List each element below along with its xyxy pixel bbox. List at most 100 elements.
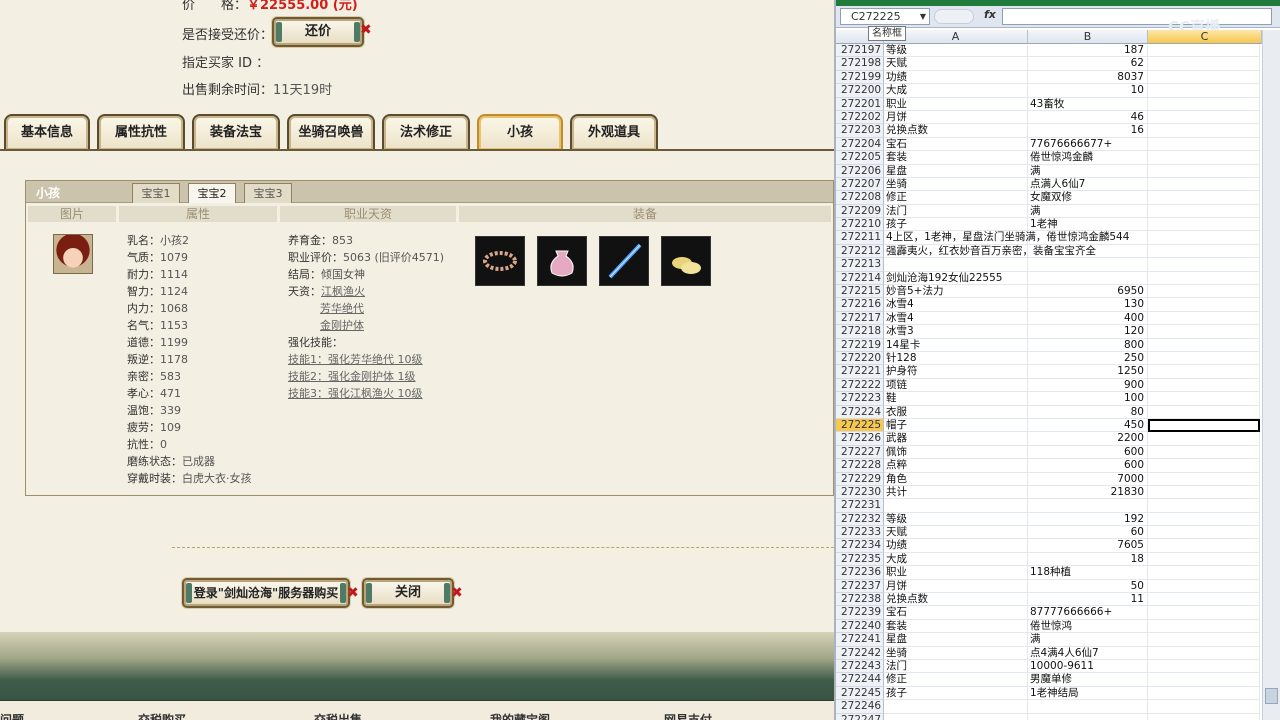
cell-a[interactable]: 冰雪4	[884, 311, 1028, 326]
cell-a[interactable]: 月饼	[884, 110, 1028, 125]
row-number[interactable]: 272198	[836, 57, 884, 71]
cell-a[interactable]: 衣服	[884, 405, 1028, 419]
cell-a[interactable]: 大成	[884, 552, 1028, 567]
cell-b[interactable]: 点4满4人6仙7	[1028, 646, 1148, 660]
tab-appearance[interactable]: 外观道具	[570, 114, 658, 150]
cell-a[interactable]: 坐骑	[884, 646, 1028, 660]
cell-b[interactable]: 600	[1028, 459, 1148, 473]
cell-c[interactable]	[1148, 606, 1260, 620]
cell-b[interactable]: 18	[1028, 552, 1148, 567]
cell-c[interactable]	[1148, 218, 1260, 232]
cell-c[interactable]	[1148, 445, 1260, 460]
row-number[interactable]: 272233	[836, 526, 884, 540]
subtab-baby-1[interactable]: 宝宝1	[132, 183, 180, 203]
cell-a[interactable]: 点粹	[884, 459, 1028, 473]
row-number[interactable]: 272232	[836, 512, 884, 527]
cell-c[interactable]	[1148, 271, 1260, 286]
cell-b[interactable]: 1老神结局	[1028, 686, 1148, 701]
talent-link-2-text[interactable]: 芳华绝代	[320, 302, 364, 315]
row-number[interactable]: 272245	[836, 686, 884, 701]
cell-b[interactable]: 62	[1028, 57, 1148, 71]
row-number[interactable]: 272222	[836, 378, 884, 393]
row-number[interactable]: 272217	[836, 311, 884, 326]
cell-a[interactable]: 坐骑	[884, 177, 1028, 192]
talent-link-2[interactable]: 芳华绝代	[320, 300, 364, 317]
cell-b[interactable]: 800	[1028, 338, 1148, 352]
cell-a[interactable]: 武器	[884, 432, 1028, 446]
row-number[interactable]: 272243	[836, 659, 884, 674]
row-number[interactable]: 272237	[836, 579, 884, 594]
row-number[interactable]: 272206	[836, 164, 884, 178]
cell-b[interactable]: 192	[1028, 512, 1148, 527]
cell-a[interactable]: 冰雪3	[884, 325, 1028, 339]
cell-c[interactable]	[1148, 713, 1260, 720]
cell-c[interactable]	[1148, 137, 1260, 152]
talent-link-3-text[interactable]: 金刚护体	[320, 319, 364, 332]
row-number[interactable]: 272202	[836, 110, 884, 125]
cell-a[interactable]: 天赋	[884, 526, 1028, 540]
cell-a[interactable]: 孩子	[884, 218, 1028, 232]
row-number[interactable]: 272214	[836, 271, 884, 286]
cell-b[interactable]: 450	[1028, 418, 1148, 433]
row-number[interactable]: 272226	[836, 432, 884, 446]
cell-c[interactable]	[1148, 311, 1260, 326]
formula-input[interactable]	[1002, 8, 1272, 25]
row-number[interactable]: 272218	[836, 325, 884, 339]
cell-b[interactable]	[1028, 231, 1148, 245]
cell-b[interactable]: 60	[1028, 526, 1148, 540]
cell-b[interactable]: 187	[1028, 44, 1148, 58]
talent-link-1[interactable]: 江枫渔火	[321, 285, 365, 298]
row-number[interactable]: 272200	[836, 84, 884, 98]
cell-a[interactable]: 妙音5+法力	[884, 285, 1028, 299]
cell-b[interactable]: 10000-9611	[1028, 659, 1148, 674]
cell-c[interactable]	[1148, 338, 1260, 352]
row-number[interactable]: 272241	[836, 633, 884, 647]
cell-b[interactable]: 倦世惊鸿	[1028, 619, 1148, 634]
login-server-buy-button[interactable]: 登录"剑灿沧海"服务器购买	[182, 578, 350, 608]
cell-a[interactable]	[884, 499, 1028, 513]
cell-b[interactable]: 80	[1028, 405, 1148, 419]
row-number[interactable]: 272197	[836, 44, 884, 58]
cell-b[interactable]: 400	[1028, 311, 1148, 326]
row-number[interactable]: 272209	[836, 204, 884, 219]
cell-a[interactable]: 共计	[884, 485, 1028, 500]
cell-b[interactable]: 43畜牧	[1028, 97, 1148, 111]
cell-c[interactable]	[1148, 633, 1260, 647]
cell-a[interactable]: 护身符	[884, 365, 1028, 379]
cell-c[interactable]	[1148, 526, 1260, 540]
subtab-baby-3[interactable]: 宝宝3	[244, 183, 292, 203]
cell-c[interactable]	[1148, 512, 1260, 527]
cell-c[interactable]	[1148, 84, 1260, 98]
cell-c[interactable]	[1148, 539, 1260, 553]
skill-link-2[interactable]: 技能2：强化金刚护体 1级	[288, 368, 416, 385]
bargain-button[interactable]: 还价	[272, 17, 364, 47]
cell-c[interactable]	[1148, 619, 1260, 634]
cell-c[interactable]	[1148, 244, 1260, 259]
cell-b[interactable]: 50	[1028, 579, 1148, 594]
row-number[interactable]: 272240	[836, 619, 884, 634]
row-number[interactable]: 272236	[836, 566, 884, 580]
cell-b[interactable]: 900	[1028, 378, 1148, 393]
cell-a[interactable]: 强霹夷火，红衣妙音百万亲密，装备宝宝齐全	[884, 244, 1096, 259]
row-number[interactable]: 272223	[836, 392, 884, 406]
name-box[interactable]: C272225 ▼	[840, 8, 930, 25]
cell-c[interactable]	[1148, 70, 1260, 85]
cell-c[interactable]	[1148, 110, 1260, 125]
cell-b[interactable]	[1028, 258, 1148, 272]
cell-b[interactable]: 87777666666+	[1028, 606, 1148, 620]
cell-c[interactable]	[1148, 325, 1260, 339]
cell-c[interactable]	[1148, 392, 1260, 406]
cell-b[interactable]: 2200	[1028, 432, 1148, 446]
cell-a[interactable]	[884, 713, 1028, 720]
close-button[interactable]: 关闭	[362, 578, 454, 608]
row-number[interactable]: 272242	[836, 646, 884, 660]
cell-a[interactable]: 佩饰	[884, 445, 1028, 460]
cell-b[interactable]: 倦世惊鸿金麟	[1028, 151, 1148, 165]
cell-a[interactable]: 功绩	[884, 539, 1028, 553]
cell-b[interactable]	[1028, 713, 1148, 720]
cell-a[interactable]: 剑灿沧海192女仙22555	[884, 271, 1028, 286]
cell-b[interactable]: 77676666677+	[1028, 137, 1148, 152]
row-number[interactable]: 272213	[836, 258, 884, 272]
cell-b[interactable]	[1028, 499, 1148, 513]
tab-child[interactable]: 小孩	[477, 114, 563, 150]
